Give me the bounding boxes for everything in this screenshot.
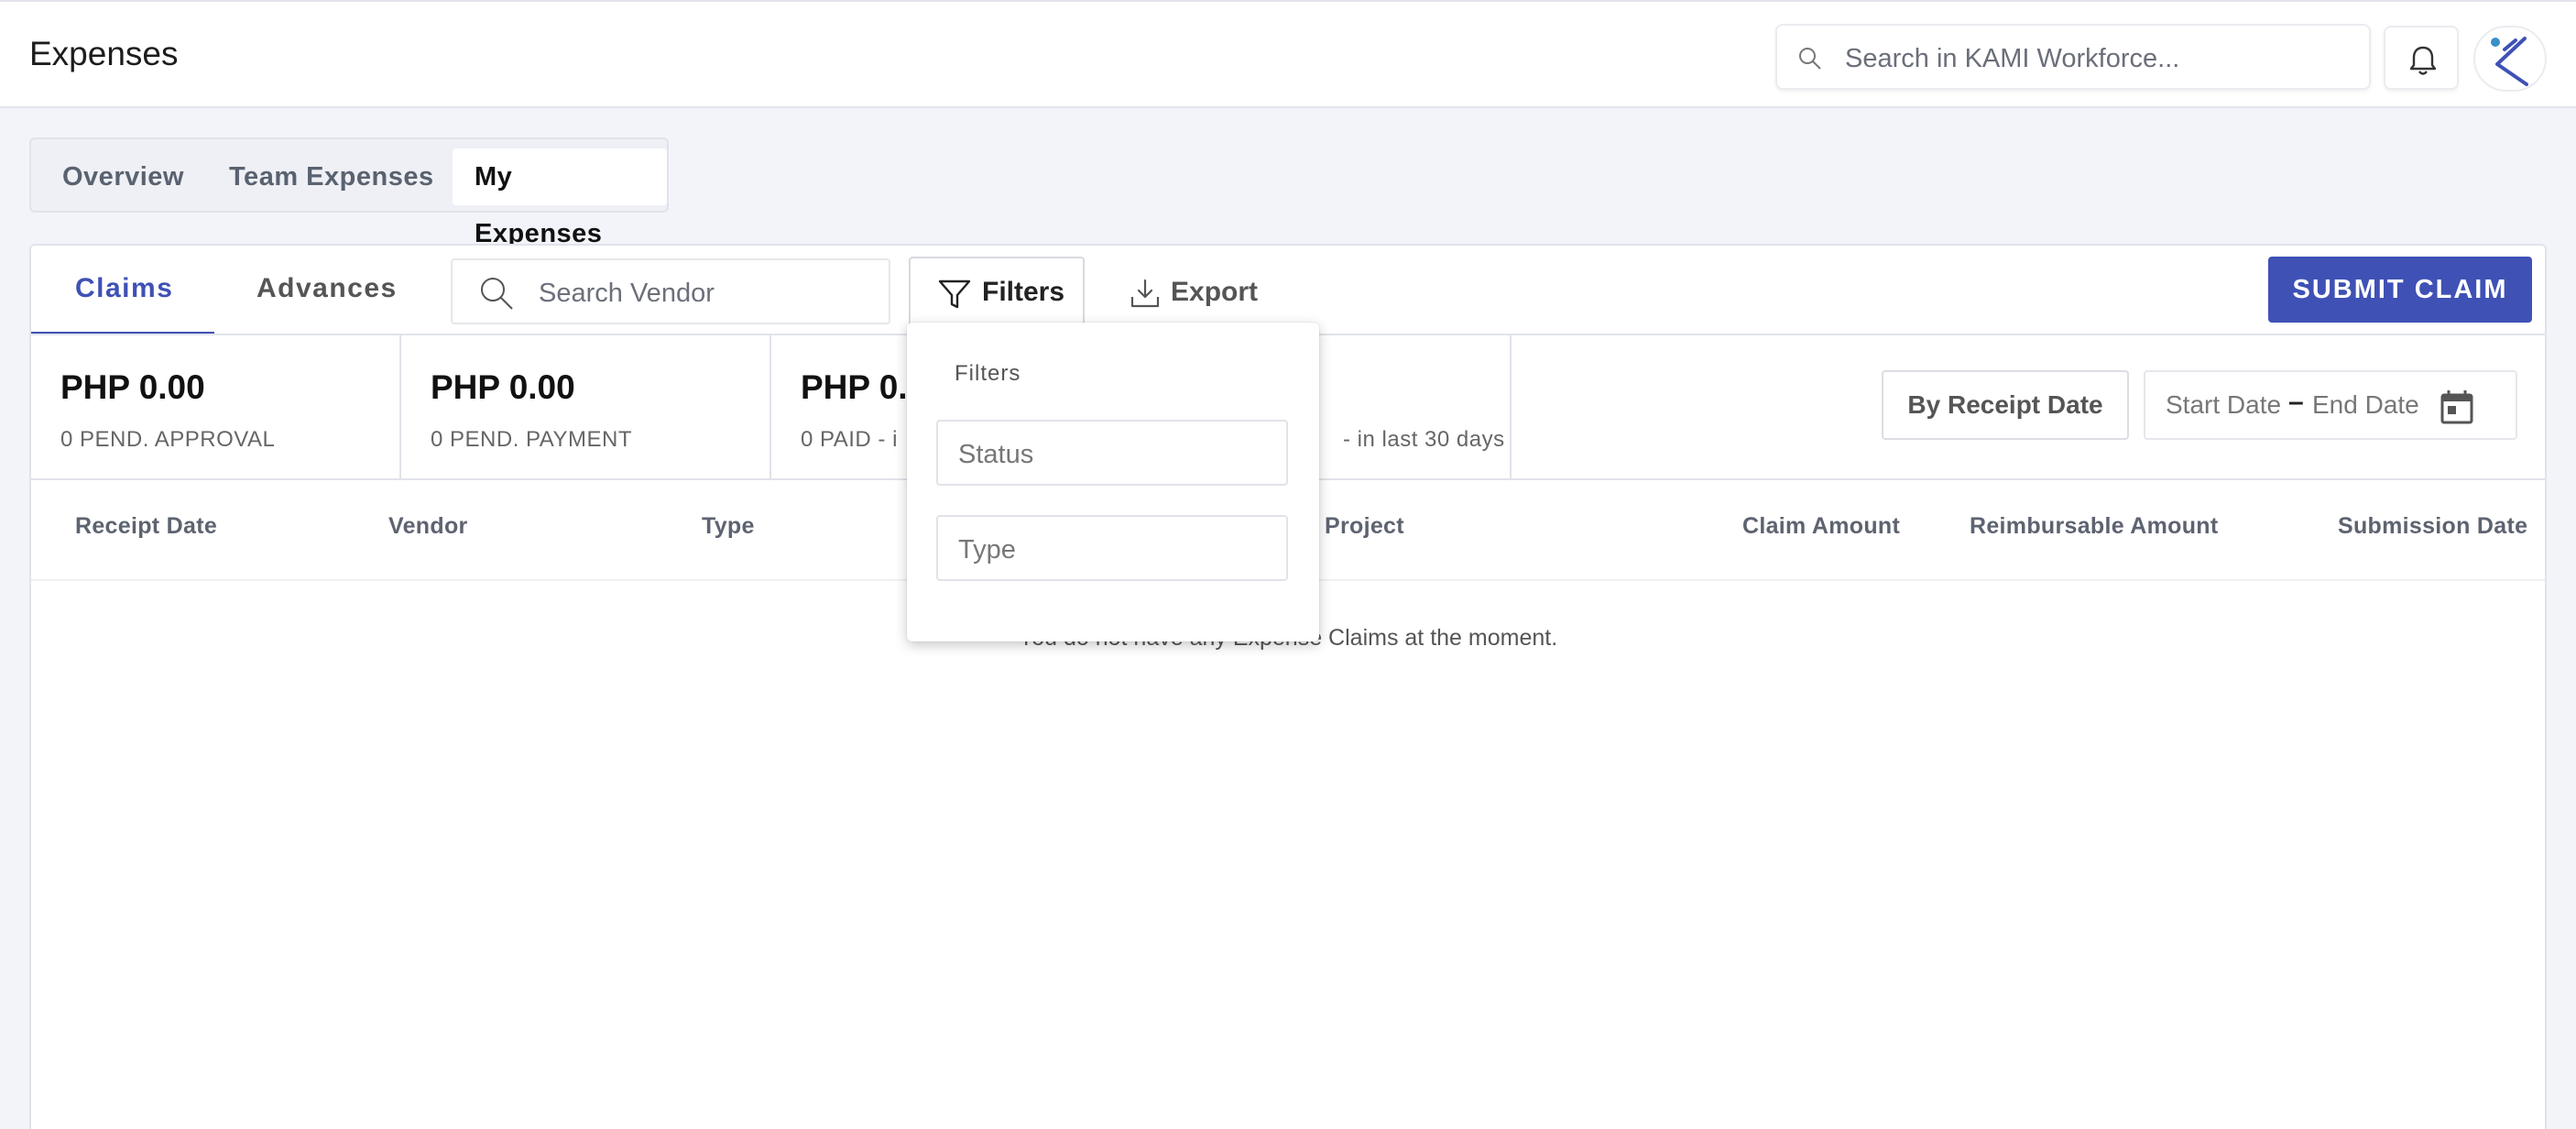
search-icon [1799, 48, 1821, 70]
column-header-type[interactable]: Type [702, 513, 755, 540]
end-date-placeholder: End Date [2312, 390, 2419, 419]
column-header-claim-amount[interactable]: Claim Amount [1742, 513, 1900, 540]
column-header-vendor[interactable]: Vendor [388, 513, 468, 540]
by-receipt-date-button[interactable]: By Receipt Date [1882, 370, 2129, 440]
search-icon [481, 278, 513, 310]
stat-meta: 0 PAID - i [801, 427, 898, 452]
global-search-input[interactable]: Search in KAMI Workforce... [1775, 24, 2371, 90]
tab-advances[interactable]: Advances [257, 273, 398, 304]
download-icon [1130, 279, 1160, 308]
date-separator: – [2288, 387, 2304, 417]
bell-icon [2409, 46, 2437, 75]
filters-dropdown: Filters Status Type [907, 323, 1319, 641]
tab-claims[interactable]: Claims [75, 273, 173, 304]
column-header-project[interactable]: Project [1325, 513, 1404, 540]
tab-overview[interactable]: Overview [40, 148, 206, 205]
vendor-search-input[interactable]: Search Vendor [451, 258, 890, 324]
filters-dropdown-title: Filters [955, 361, 1021, 386]
submit-claim-button[interactable]: SUBMIT CLAIM [2268, 257, 2532, 323]
tab-my-expenses[interactable]: My Expenses [453, 148, 667, 248]
start-date-placeholder: Start Date [2166, 390, 2282, 419]
export-button[interactable]: Export [1119, 260, 1284, 324]
filters-button[interactable]: Filters [909, 257, 1085, 326]
column-header-receipt-date[interactable]: Receipt Date [75, 513, 217, 540]
vendor-search-placeholder: Search Vendor [539, 279, 715, 308]
user-avatar[interactable] [2473, 26, 2547, 92]
stat-meta: 0 PEND. APPROVAL [60, 427, 276, 452]
calendar-icon[interactable] [2439, 389, 2475, 425]
stat-amount: PHP 0.00 [60, 368, 205, 406]
date-range-picker[interactable]: Start Date – End Date [2144, 370, 2517, 440]
stat-amount: PHP 0.00 [431, 368, 575, 406]
status-filter-select[interactable]: Status [936, 420, 1288, 486]
export-button-label: Export [1171, 277, 1259, 307]
top-bar: Expenses Search in KAMI Workforce... [0, 0, 2576, 108]
page-title: Expenses [29, 35, 179, 72]
stat-pending-approval: PHP 0.00 0 PEND. APPROVAL [31, 335, 401, 478]
stat-meta: 0 PEND. PAYMENT [431, 427, 632, 452]
stat-pending-payment: PHP 0.00 0 PEND. PAYMENT [401, 335, 771, 478]
type-filter-select[interactable]: Type [936, 515, 1288, 581]
global-search-placeholder: Search in KAMI Workforce... [1845, 44, 2180, 73]
filter-icon [938, 280, 971, 309]
notifications-button[interactable] [2384, 26, 2459, 90]
kami-logo-icon [2491, 37, 2528, 86]
column-header-submission-date[interactable]: Submission Date [2338, 513, 2527, 540]
stat-meta: - in last 30 days [1343, 427, 1505, 452]
expenses-nav-tabs: Overview Team Expenses My Expenses [29, 137, 669, 248]
column-header-reimbursable-amount[interactable]: Reimbursable Amount [1970, 513, 2218, 540]
filters-button-label: Filters [982, 277, 1065, 307]
tab-team-expenses[interactable]: Team Expenses [207, 148, 456, 205]
status-filter-placeholder: Status [958, 440, 1034, 469]
type-filter-placeholder: Type [958, 535, 1016, 564]
